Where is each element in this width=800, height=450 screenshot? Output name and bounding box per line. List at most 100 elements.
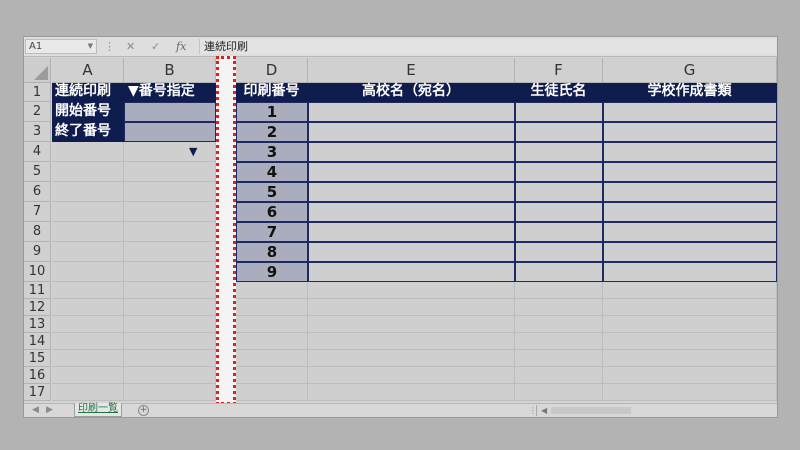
cell-document[interactable] bbox=[603, 182, 777, 202]
cell-document[interactable] bbox=[603, 102, 777, 122]
cell-b9[interactable] bbox=[124, 242, 216, 262]
row-header-4[interactable]: 4 bbox=[24, 142, 51, 162]
cell-a16[interactable] bbox=[52, 367, 124, 384]
cell-f15[interactable] bbox=[515, 350, 603, 367]
cell-document[interactable] bbox=[603, 262, 777, 282]
cell-g16[interactable] bbox=[603, 367, 777, 384]
cell-e12[interactable] bbox=[308, 299, 515, 316]
cell-f16[interactable] bbox=[515, 367, 603, 384]
cell-f14[interactable] bbox=[515, 333, 603, 350]
cell-a9[interactable] bbox=[52, 242, 124, 262]
cell-print-number[interactable]: 7 bbox=[236, 222, 308, 242]
cell-e11[interactable] bbox=[308, 282, 515, 299]
cell-b17[interactable] bbox=[124, 384, 216, 401]
row-header-12[interactable]: 12 bbox=[24, 299, 51, 316]
cell-document[interactable] bbox=[603, 162, 777, 182]
cell-f17[interactable] bbox=[515, 384, 603, 401]
cell-a11[interactable] bbox=[52, 282, 124, 299]
cell-document[interactable] bbox=[603, 142, 777, 162]
cell-f1-student-header[interactable]: 生徒氏名 bbox=[515, 83, 603, 102]
row-header-16[interactable]: 16 bbox=[24, 367, 51, 384]
cell-a10[interactable] bbox=[52, 262, 124, 282]
cell-g1-document-header[interactable]: 学校作成書類 bbox=[603, 83, 777, 102]
column-header-a[interactable]: A bbox=[52, 58, 124, 83]
cell-b11[interactable] bbox=[124, 282, 216, 299]
cell-a15[interactable] bbox=[52, 350, 124, 367]
confirm-icon[interactable]: ✓ bbox=[151, 39, 160, 54]
cell-school-name[interactable] bbox=[308, 122, 515, 142]
column-header-b[interactable]: B bbox=[124, 58, 216, 83]
cell-a14[interactable] bbox=[52, 333, 124, 350]
cell-b15[interactable] bbox=[124, 350, 216, 367]
cell-d16[interactable] bbox=[236, 367, 308, 384]
sheet-tab[interactable]: 印刷一覧 bbox=[74, 403, 122, 417]
cell-d15[interactable] bbox=[236, 350, 308, 367]
column-header-f[interactable]: F bbox=[515, 58, 603, 83]
cell-print-number[interactable]: 1 bbox=[236, 102, 308, 122]
cell-document[interactable] bbox=[603, 242, 777, 262]
cell-print-number[interactable]: 3 bbox=[236, 142, 308, 162]
cell-b2-start-input[interactable] bbox=[124, 102, 216, 122]
cell-school-name[interactable] bbox=[308, 162, 515, 182]
column-header-e[interactable]: E bbox=[308, 58, 515, 83]
cell-g17[interactable] bbox=[603, 384, 777, 401]
row-header-2[interactable]: 2 bbox=[24, 102, 51, 122]
column-header-g[interactable]: G bbox=[603, 58, 777, 83]
cell-e14[interactable] bbox=[308, 333, 515, 350]
scroll-thumb[interactable] bbox=[551, 407, 631, 414]
cell-student-name[interactable] bbox=[515, 222, 603, 242]
row-header-17[interactable]: 17 bbox=[24, 384, 51, 401]
row-header-15[interactable]: 15 bbox=[24, 350, 51, 367]
cell-b6[interactable] bbox=[124, 182, 216, 202]
row-header-5[interactable]: 5 bbox=[24, 162, 51, 182]
insert-function-icon[interactable]: fx bbox=[176, 39, 186, 54]
scroll-left-icon[interactable]: ◀ bbox=[541, 405, 547, 416]
cell-b16[interactable] bbox=[124, 367, 216, 384]
row-header-11[interactable]: 11 bbox=[24, 282, 51, 299]
row-header-6[interactable]: 6 bbox=[24, 182, 51, 202]
cell-g14[interactable] bbox=[603, 333, 777, 350]
row-header-7[interactable]: 7 bbox=[24, 202, 51, 222]
cell-student-name[interactable] bbox=[515, 102, 603, 122]
cell-b10[interactable] bbox=[124, 262, 216, 282]
cell-f13[interactable] bbox=[515, 316, 603, 333]
cell-g12[interactable] bbox=[603, 299, 777, 316]
cell-f12[interactable] bbox=[515, 299, 603, 316]
row-header-3[interactable]: 3 bbox=[24, 122, 51, 142]
column-header-d[interactable]: D bbox=[236, 58, 308, 83]
row-header-9[interactable]: 9 bbox=[24, 242, 51, 262]
cell-a5[interactable] bbox=[52, 162, 124, 182]
cell-b13[interactable] bbox=[124, 316, 216, 333]
cell-document[interactable] bbox=[603, 122, 777, 142]
cell-a2-start-label[interactable]: 開始番号 bbox=[52, 102, 124, 122]
cell-print-number[interactable]: 2 bbox=[236, 122, 308, 142]
cell-a4[interactable] bbox=[52, 142, 124, 162]
cell-a1-title[interactable]: 連続印刷 bbox=[52, 83, 124, 102]
select-all-corner[interactable] bbox=[24, 58, 51, 83]
formula-input[interactable]: 連続印刷 bbox=[199, 39, 776, 54]
cell-student-name[interactable] bbox=[515, 142, 603, 162]
cell-student-name[interactable] bbox=[515, 262, 603, 282]
prev-sheet-icon[interactable]: ◀ bbox=[32, 404, 39, 417]
chevron-down-icon[interactable]: ▼ bbox=[88, 40, 93, 53]
cell-school-name[interactable] bbox=[308, 242, 515, 262]
cell-b1-number-spec[interactable]: ▼番号指定 bbox=[124, 83, 216, 102]
cell-a7[interactable] bbox=[52, 202, 124, 222]
cell-b7[interactable] bbox=[124, 202, 216, 222]
cell-b5[interactable] bbox=[124, 162, 216, 182]
cell-b14[interactable] bbox=[124, 333, 216, 350]
cell-print-number[interactable]: 6 bbox=[236, 202, 308, 222]
cell-student-name[interactable] bbox=[515, 122, 603, 142]
cell-e13[interactable] bbox=[308, 316, 515, 333]
cell-a8[interactable] bbox=[52, 222, 124, 242]
cell-print-number[interactable]: 4 bbox=[236, 162, 308, 182]
cell-school-name[interactable] bbox=[308, 142, 515, 162]
cell-a17[interactable] bbox=[52, 384, 124, 401]
horizontal-scrollbar[interactable]: ⋮ ◀ bbox=[529, 405, 776, 416]
cell-d13[interactable] bbox=[236, 316, 308, 333]
cell-a6[interactable] bbox=[52, 182, 124, 202]
cell-print-number[interactable]: 8 bbox=[236, 242, 308, 262]
cell-a12[interactable] bbox=[52, 299, 124, 316]
cell-e1-school-header[interactable]: 高校名（宛名） bbox=[308, 83, 515, 102]
cell-school-name[interactable] bbox=[308, 222, 515, 242]
